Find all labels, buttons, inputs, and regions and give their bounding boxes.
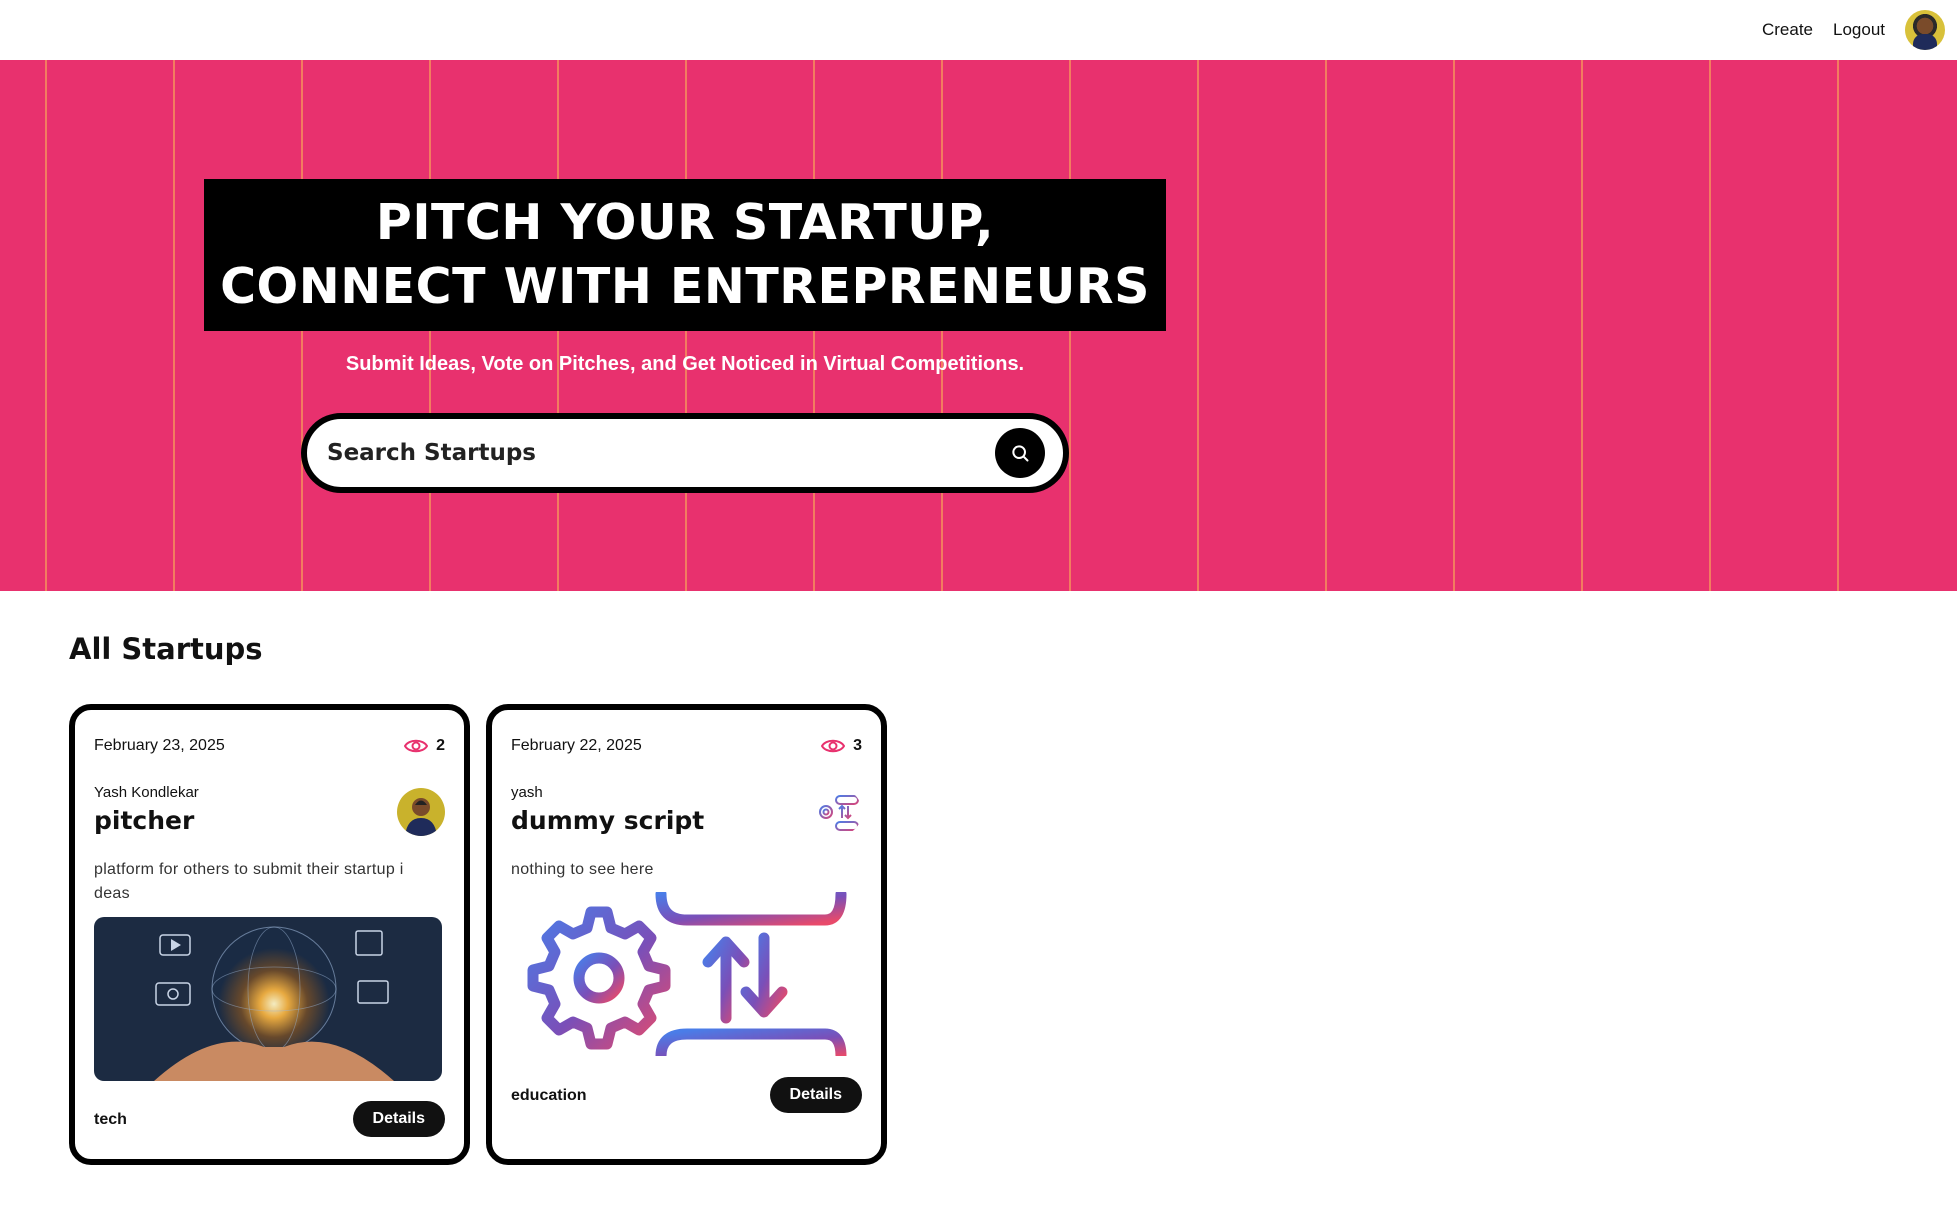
- hero-headline: PITCH YOUR STARTUP, CONNECT WITH ENTREPR…: [220, 191, 1150, 319]
- hero-stripe: [1197, 60, 1199, 591]
- card-description: platform for others to submit their star…: [94, 861, 404, 902]
- card-image[interactable]: [94, 917, 442, 1081]
- hero-stripe: [173, 60, 175, 591]
- hero-stripe: [1837, 60, 1839, 591]
- hero-headline-line1: PITCH YOUR STARTUP,: [375, 194, 995, 251]
- card-title[interactable]: dummy script: [511, 806, 704, 835]
- hero-stripe: [1709, 60, 1711, 591]
- user-avatar[interactable]: [1905, 10, 1945, 50]
- search-input[interactable]: [325, 439, 995, 467]
- top-navbar: Create Logout: [0, 0, 1957, 60]
- details-button[interactable]: Details: [769, 1077, 862, 1113]
- hero-stripe: [1325, 60, 1327, 591]
- view-count-value: 3: [853, 737, 862, 754]
- card-author[interactable]: Yash Kondlekar: [94, 784, 199, 801]
- card-date: February 23, 2025: [94, 737, 225, 754]
- card-image[interactable]: [511, 892, 859, 1056]
- card-category[interactable]: education: [511, 1087, 587, 1105]
- eye-icon: [404, 739, 429, 753]
- search-icon: [1012, 445, 1029, 462]
- hero-stripe: [1581, 60, 1583, 591]
- author-avatar[interactable]: [397, 788, 445, 836]
- section-title: All Startups: [69, 632, 263, 666]
- card-date: February 22, 2025: [511, 737, 642, 754]
- view-count: 3: [821, 737, 862, 755]
- create-link[interactable]: Create: [1762, 20, 1813, 40]
- logout-link[interactable]: Logout: [1833, 20, 1885, 40]
- hero-headline-box: PITCH YOUR STARTUP, CONNECT WITH ENTREPR…: [204, 179, 1166, 331]
- hero-headline-line2: CONNECT WITH ENTREPRENEURS: [220, 258, 1150, 315]
- card-author[interactable]: yash: [511, 784, 543, 801]
- view-count: 2: [404, 737, 445, 755]
- eye-icon: [821, 739, 846, 753]
- hero-stripe: [1453, 60, 1455, 591]
- startup-card: February 22, 2025 3 yash dummy script no…: [486, 704, 887, 1165]
- settings-icon[interactable]: [814, 788, 862, 836]
- hero-section: PITCH YOUR STARTUP, CONNECT WITH ENTREPR…: [0, 60, 1957, 591]
- details-button[interactable]: Details: [352, 1101, 445, 1137]
- card-category[interactable]: tech: [94, 1111, 127, 1129]
- hero-subtitle: Submit Ideas, Vote on Pitches, and Get N…: [345, 353, 1025, 375]
- hero-stripe: [45, 60, 47, 591]
- view-count-value: 2: [436, 737, 445, 754]
- startup-card: February 23, 2025 2 Yash Kondlekar pitch…: [69, 704, 470, 1165]
- card-title[interactable]: pitcher: [94, 806, 194, 835]
- card-description: nothing to see here: [511, 861, 654, 878]
- search-button[interactable]: [995, 428, 1045, 478]
- search-form: [301, 413, 1069, 493]
